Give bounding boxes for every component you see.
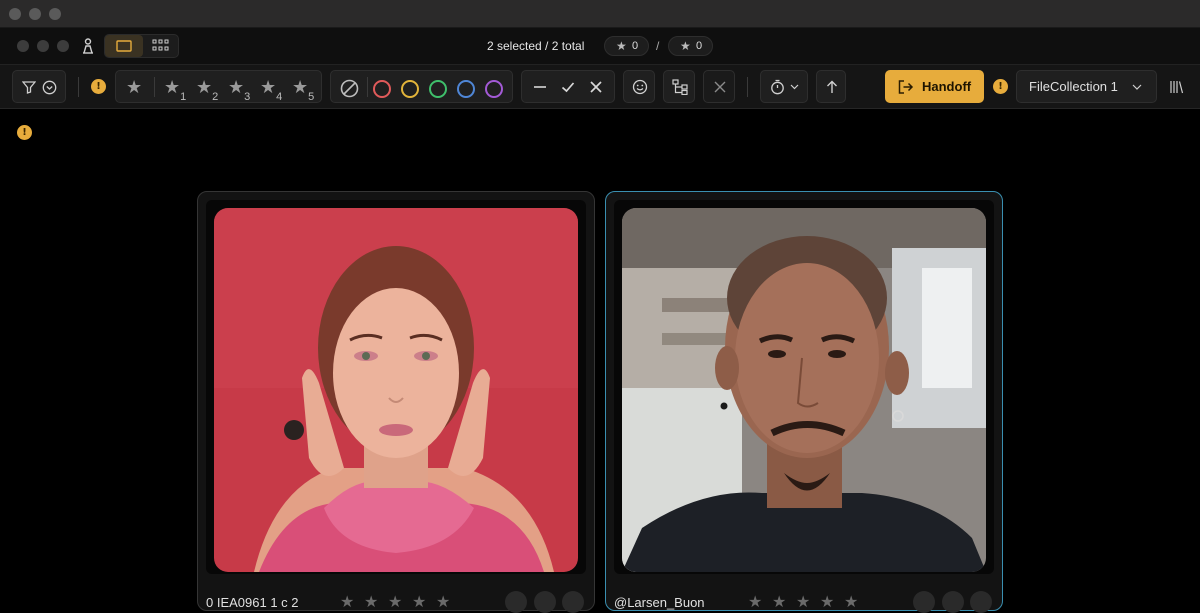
handoff-button[interactable]: Handoff (885, 70, 984, 103)
color-label-blue[interactable] (457, 80, 475, 98)
view-bar: 2 selected / 2 total ★ 0 / ★ 0 (0, 28, 1200, 64)
divider (78, 77, 79, 97)
window-title-bar (0, 0, 1200, 28)
card-action-button[interactable] (970, 591, 992, 613)
divider (747, 77, 748, 97)
window-minimize-button[interactable] (29, 8, 41, 20)
card-action-button[interactable] (942, 591, 964, 613)
rating-5-button[interactable]: ★5 (292, 77, 315, 103)
face-button[interactable] (623, 70, 655, 103)
app-zoom-dot[interactable] (57, 40, 69, 52)
file-name: @Larsen_Buon (614, 595, 705, 610)
card-star-5[interactable]: ★ (844, 592, 858, 611)
divider (367, 77, 368, 97)
chevron-down-circle-icon[interactable] (41, 79, 57, 95)
warning-icon[interactable]: ! (993, 79, 1008, 94)
view-mode-toggle (104, 34, 179, 58)
rating-4-button[interactable]: ★4 (260, 77, 283, 103)
image-card[interactable]: 0 IEA0961 1 c 2 ★ ★ ★ ★ ★ (197, 191, 595, 613)
divider (154, 77, 155, 97)
star-icon: ★ (680, 39, 691, 53)
clear-button[interactable] (703, 70, 735, 103)
rating-1-label: 1 (180, 90, 187, 103)
minus-icon[interactable] (532, 79, 548, 95)
rating-4-label: 4 (276, 90, 283, 103)
star-icon: ★ (616, 39, 627, 53)
filter-group (12, 70, 66, 103)
handoff-icon (898, 79, 914, 94)
color-label-purple[interactable] (485, 80, 503, 98)
person-icon[interactable] (80, 38, 96, 54)
single-view-icon (115, 40, 133, 52)
main-toolbar: ! ★ ★1 ★2 ★3 ★4 ★5 Handoff ! FileCollect… (0, 64, 1200, 109)
photo-thumbnail[interactable] (622, 208, 986, 572)
library-icon[interactable] (1168, 79, 1184, 95)
count-separator: / (656, 39, 660, 53)
close-icon (712, 79, 728, 95)
collection-select-value: FileCollection 1 (1029, 79, 1118, 94)
collection-select[interactable]: FileCollection 1 (1016, 70, 1157, 103)
color-label-yellow[interactable] (401, 80, 419, 98)
rating-3-button[interactable]: ★3 (228, 77, 251, 103)
card-star-5[interactable]: ★ (436, 592, 450, 611)
right-star-count-pill[interactable]: ★ 0 (668, 36, 713, 56)
right-star-count: 0 (696, 40, 703, 52)
card-star-1[interactable]: ★ (340, 592, 354, 611)
file-name: 0 IEA0961 1 c 2 (206, 595, 299, 610)
star-all-icon[interactable]: ★ (126, 77, 142, 98)
card-star-4[interactable]: ★ (412, 592, 426, 611)
no-color-icon[interactable] (339, 78, 359, 98)
card-star-3[interactable]: ★ (796, 592, 810, 611)
card-action-button[interactable] (534, 591, 556, 613)
card-star-4[interactable]: ★ (820, 592, 834, 611)
upload-button[interactable] (816, 70, 846, 103)
grid-view-icon[interactable] (151, 39, 171, 53)
window-zoom-button[interactable] (49, 8, 61, 20)
filter-icon[interactable] (21, 79, 37, 95)
left-star-count-pill[interactable]: ★ 0 (604, 36, 649, 56)
photo-thumbnail[interactable] (214, 208, 578, 572)
check-icon[interactable] (560, 79, 576, 95)
card-star-2[interactable]: ★ (772, 592, 786, 611)
rating-1-button[interactable]: ★1 (164, 77, 187, 103)
card-action-button[interactable] (562, 591, 584, 613)
app-minimize-dot[interactable] (37, 40, 49, 52)
rating-2-label: 2 (212, 90, 219, 103)
warning-icon[interactable]: ! (17, 125, 32, 140)
rating-3-label: 3 (244, 90, 251, 103)
stopwatch-icon (769, 79, 785, 95)
card-star-2[interactable]: ★ (364, 592, 378, 611)
reject-icon[interactable] (588, 79, 604, 95)
card-action-button[interactable] (505, 591, 527, 613)
hierarchy-button[interactable] (663, 70, 695, 103)
hierarchy-icon (671, 78, 689, 96)
rating-2-button[interactable]: ★2 (196, 77, 219, 103)
selection-count: 2 selected / 2 total (487, 39, 585, 53)
window-close-button[interactable] (9, 8, 21, 20)
image-card-selected[interactable]: @Larsen_Buon ★ ★ ★ ★ ★ (605, 191, 1003, 613)
handoff-label: Handoff (922, 79, 972, 94)
left-star-count: 0 (632, 40, 639, 52)
flag-group (521, 70, 615, 103)
arrow-up-icon (824, 78, 840, 96)
color-label-red[interactable] (373, 80, 391, 98)
chevron-down-icon (1131, 82, 1143, 92)
card-action-button[interactable] (913, 591, 935, 613)
card-star-3[interactable]: ★ (388, 592, 402, 611)
timer-dropdown[interactable] (760, 70, 808, 103)
smiley-icon (631, 78, 649, 96)
card-star-1[interactable]: ★ (748, 592, 762, 611)
chevron-down-icon (789, 81, 799, 93)
warning-icon[interactable]: ! (91, 79, 106, 94)
color-label-group (330, 70, 513, 103)
rating-group: ★ ★1 ★2 ★3 ★4 ★5 (115, 70, 322, 103)
rating-5-label: 5 (308, 90, 315, 103)
app-close-dot[interactable] (17, 40, 29, 52)
color-label-green[interactable] (429, 80, 447, 98)
